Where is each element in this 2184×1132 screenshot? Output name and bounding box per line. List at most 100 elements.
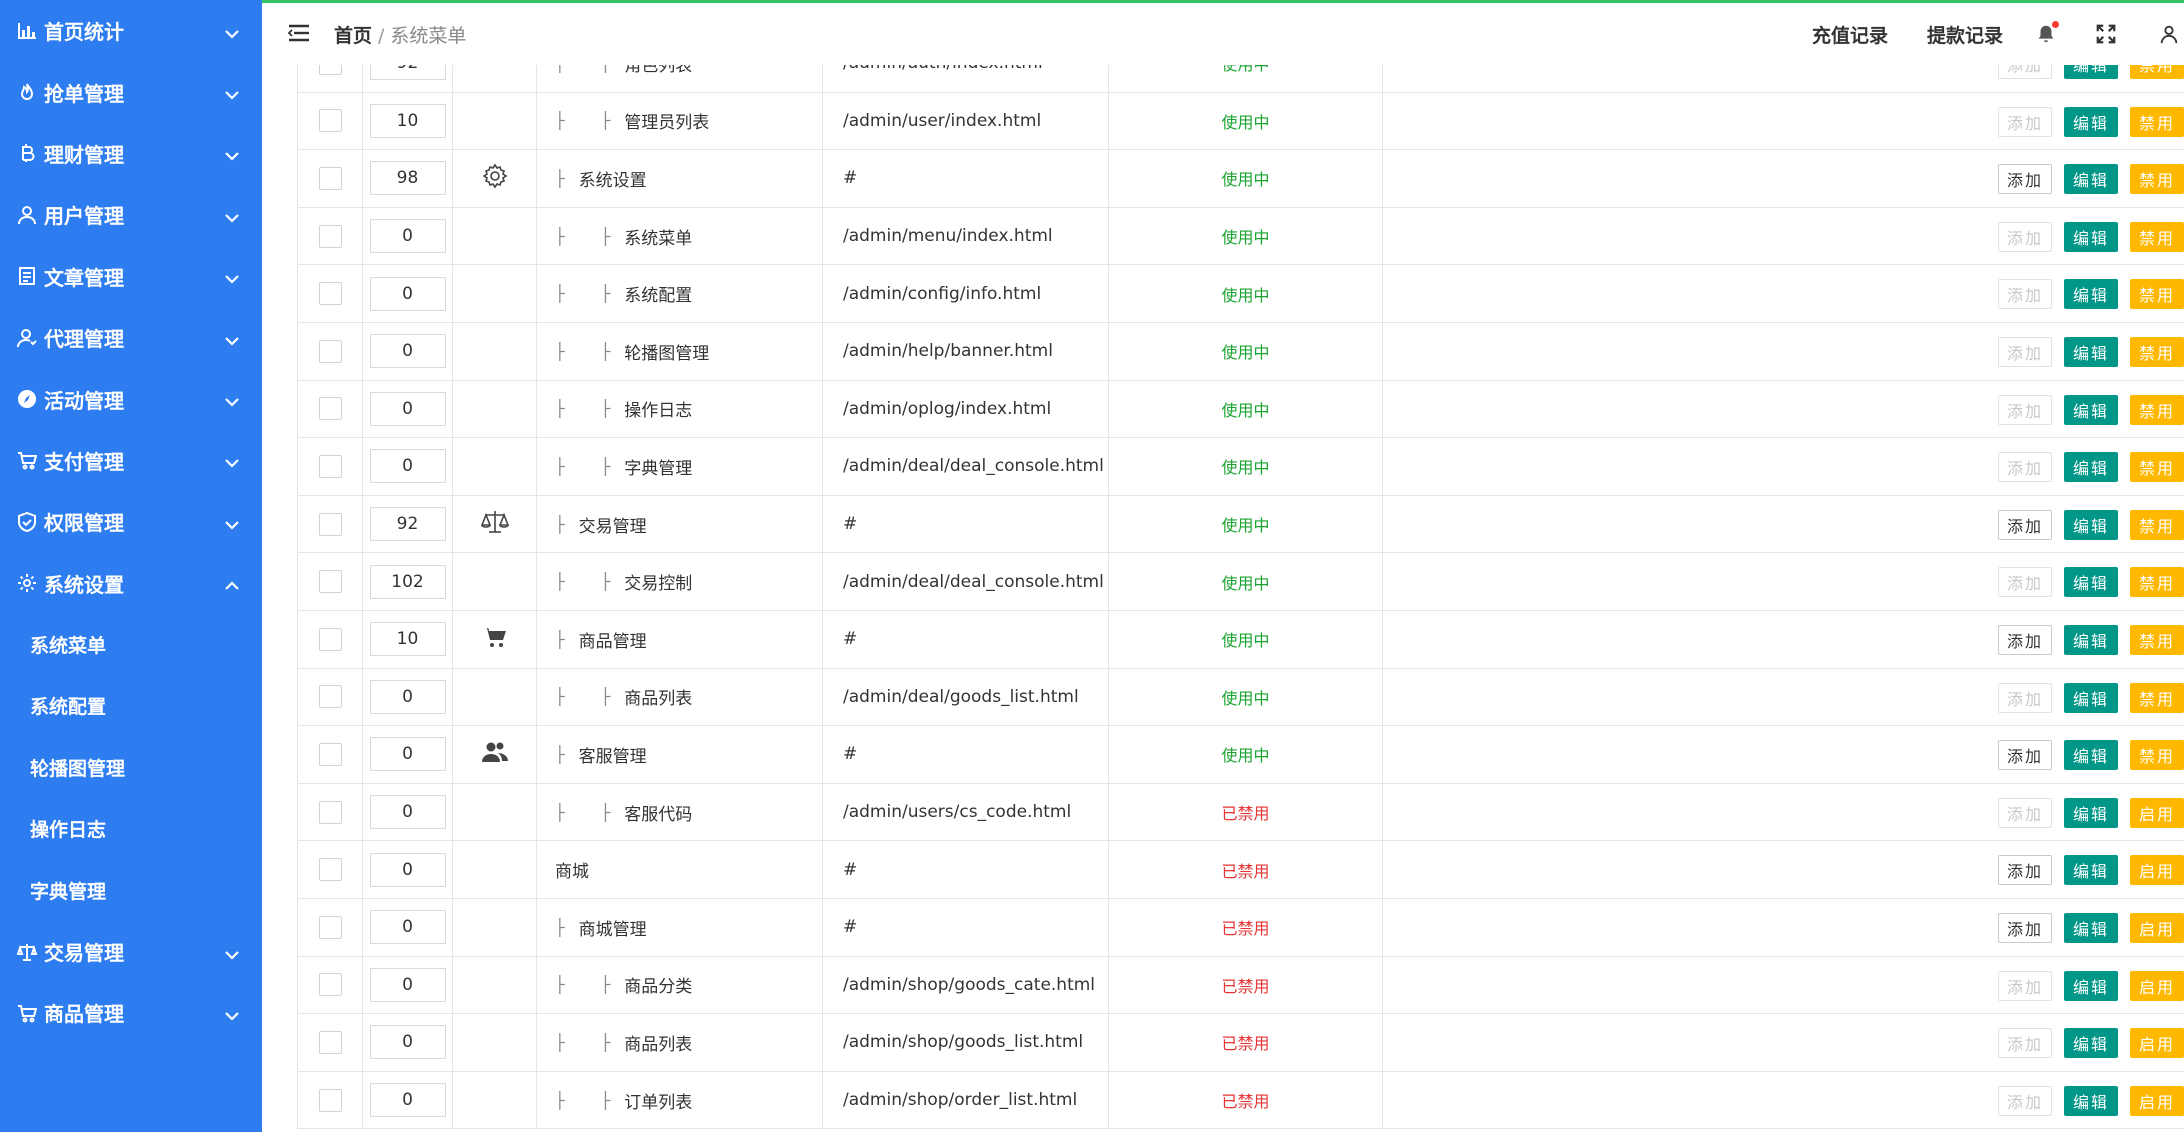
sort-input[interactable] [369, 564, 446, 599]
edit-button[interactable]: 编辑 [2064, 337, 2118, 367]
row-checkbox[interactable] [318, 224, 342, 248]
edit-button[interactable]: 编辑 [2064, 740, 2118, 771]
edit-button[interactable]: 编辑 [2064, 509, 2118, 540]
menu-toggle-icon[interactable] [287, 23, 310, 43]
sort-input[interactable] [369, 276, 446, 311]
row-checkbox[interactable] [318, 685, 342, 709]
add-button[interactable]: 添加 [1998, 452, 2052, 483]
recharge-records-link[interactable]: 充值记录 [1812, 21, 1888, 48]
row-checkbox[interactable] [318, 282, 342, 306]
sort-input[interactable] [369, 910, 446, 945]
row-checkbox[interactable] [318, 339, 342, 363]
disable-button[interactable]: 禁用 [2130, 279, 2184, 310]
add-button[interactable]: 添加 [1998, 970, 2052, 1001]
add-button[interactable]: 添加 [1998, 164, 2052, 195]
disable-button[interactable]: 禁用 [2130, 452, 2184, 483]
sidebar-item-8[interactable]: 权限管理 [0, 491, 262, 552]
row-checkbox[interactable] [318, 915, 342, 939]
bell-icon[interactable] [2035, 21, 2059, 45]
row-checkbox[interactable] [318, 109, 342, 133]
sidebar-item-9[interactable]: 系统设置 [0, 553, 262, 614]
row-checkbox[interactable] [318, 65, 342, 75]
sidebar-subitem-1[interactable]: 系统配置 [0, 675, 262, 736]
edit-button[interactable]: 编辑 [2064, 567, 2118, 598]
add-button[interactable]: 添加 [1998, 394, 2052, 425]
add-button[interactable]: 添加 [1998, 509, 2052, 540]
sidebar-item-0[interactable]: 首页统计 [0, 0, 262, 61]
sidebar-subitem-2[interactable]: 轮播图管理 [0, 737, 262, 798]
edit-button[interactable]: 编辑 [2064, 913, 2118, 943]
row-checkbox[interactable] [318, 397, 342, 421]
add-button[interactable]: 添加 [1998, 65, 2052, 79]
sort-input[interactable] [369, 1025, 446, 1060]
row-checkbox[interactable] [318, 742, 342, 766]
sidebar-item-5[interactable]: 代理管理 [0, 307, 262, 368]
add-button[interactable]: 添加 [1998, 913, 2052, 943]
edit-button[interactable]: 编辑 [2064, 1028, 2118, 1059]
add-button[interactable]: 添加 [1998, 1028, 2052, 1059]
edit-button[interactable]: 编辑 [2064, 1085, 2118, 1116]
withdraw-records-link[interactable]: 提款记录 [1927, 21, 2003, 48]
edit-button[interactable]: 编辑 [2064, 452, 2118, 483]
sort-input[interactable] [369, 1083, 446, 1118]
add-button[interactable]: 添加 [1998, 1085, 2052, 1116]
sidebar-item-2[interactable]: 理财管理 [0, 123, 262, 184]
disable-button[interactable]: 禁用 [2130, 337, 2184, 367]
disable-button[interactable]: 禁用 [2130, 509, 2184, 540]
edit-button[interactable]: 编辑 [2064, 855, 2118, 886]
disable-button[interactable]: 禁用 [2130, 164, 2184, 195]
edit-button[interactable]: 编辑 [2064, 682, 2118, 713]
row-checkbox[interactable] [318, 1030, 342, 1054]
disable-button[interactable]: 禁用 [2130, 65, 2184, 79]
sort-input[interactable] [369, 622, 446, 657]
row-checkbox[interactable] [318, 454, 342, 478]
edit-button[interactable]: 编辑 [2064, 279, 2118, 310]
row-checkbox[interactable] [318, 800, 342, 824]
sort-input[interactable] [369, 795, 446, 830]
add-button[interactable]: 添加 [1998, 797, 2052, 828]
sort-input[interactable] [369, 391, 446, 426]
enable-button[interactable]: 启用 [2130, 913, 2184, 943]
sidebar-item-3[interactable]: 用户管理 [0, 184, 262, 245]
edit-button[interactable]: 编辑 [2064, 394, 2118, 425]
edit-button[interactable]: 编辑 [2064, 970, 2118, 1001]
disable-button[interactable]: 禁用 [2130, 567, 2184, 598]
row-checkbox[interactable] [318, 973, 342, 997]
add-button[interactable]: 添加 [1998, 221, 2052, 252]
add-button[interactable]: 添加 [1998, 337, 2052, 367]
disable-button[interactable]: 禁用 [2130, 221, 2184, 252]
sidebar-item-10[interactable]: 交易管理 [0, 921, 262, 982]
add-button[interactable]: 添加 [1998, 682, 2052, 713]
edit-button[interactable]: 编辑 [2064, 797, 2118, 828]
sort-input[interactable] [369, 737, 446, 772]
sort-input[interactable] [369, 103, 446, 138]
sidebar-item-6[interactable]: 活动管理 [0, 368, 262, 429]
add-button[interactable]: 添加 [1998, 855, 2052, 886]
disable-button[interactable]: 禁用 [2130, 394, 2184, 425]
sidebar-item-4[interactable]: 文章管理 [0, 246, 262, 307]
sidebar-item-7[interactable]: 支付管理 [0, 430, 262, 491]
sort-input[interactable] [369, 852, 446, 887]
sidebar-item-11[interactable]: 商品管理 [0, 982, 262, 1043]
row-checkbox[interactable] [318, 858, 342, 882]
edit-button[interactable]: 编辑 [2064, 106, 2118, 137]
add-button[interactable]: 添加 [1998, 567, 2052, 598]
sidebar-subitem-0[interactable]: 系统菜单 [0, 614, 262, 675]
row-checkbox[interactable] [318, 1088, 342, 1112]
row-checkbox[interactable] [318, 627, 342, 651]
add-button[interactable]: 添加 [1998, 625, 2052, 655]
edit-button[interactable]: 编辑 [2064, 221, 2118, 252]
sort-input[interactable] [369, 334, 446, 369]
fullscreen-icon[interactable] [2095, 23, 2117, 45]
edit-button[interactable]: 编辑 [2064, 625, 2118, 655]
sort-input[interactable] [369, 679, 446, 714]
add-button[interactable]: 添加 [1998, 279, 2052, 310]
sidebar-item-1[interactable]: 抢单管理 [0, 61, 262, 122]
enable-button[interactable]: 启用 [2130, 1085, 2184, 1116]
enable-button[interactable]: 启用 [2130, 970, 2184, 1001]
disable-button[interactable]: 禁用 [2130, 106, 2184, 137]
enable-button[interactable]: 启用 [2130, 855, 2184, 886]
edit-button[interactable]: 编辑 [2064, 164, 2118, 195]
sidebar-subitem-4[interactable]: 字典管理 [0, 859, 262, 920]
sort-input[interactable] [369, 161, 446, 196]
